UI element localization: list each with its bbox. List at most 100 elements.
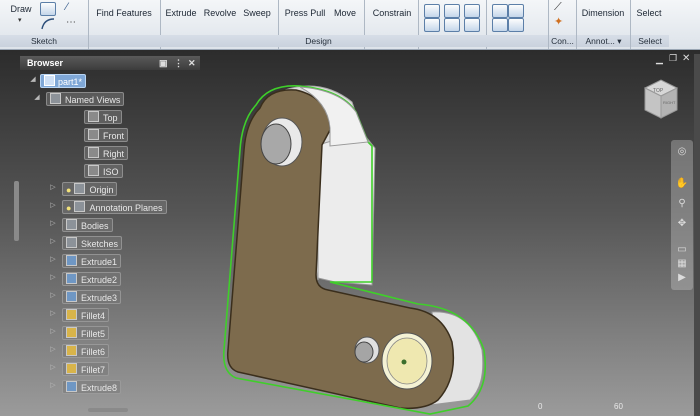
collapse-icon[interactable]: ◢ [28,74,38,86]
tree-item[interactable]: ▷ Fillet4 [20,307,200,322]
tree-item-label[interactable]: Extrude1 [62,254,122,268]
look-icon[interactable]: ▭ [675,244,689,256]
sweep-button[interactable]: Sweep [242,0,272,34]
constrain-button[interactable]: Constrain [370,0,414,34]
tree-item-label[interactable]: Named Views [46,92,125,106]
tree-item-label[interactable]: Bodies [62,218,113,232]
press-pull-button[interactable]: Press Pull [284,0,326,34]
zoom-icon[interactable]: ⚲ [675,198,689,210]
tree-item[interactable]: ▷ Extrude3 [20,289,200,304]
tree-item[interactable]: ▷ Fillet6 [20,343,200,358]
expand-icon[interactable]: ▷ [48,218,58,230]
grid-icon[interactable]: ▦ [675,258,689,270]
line-tool-icon[interactable]: ⁄ [66,1,68,13]
tree-item-label[interactable]: Fillet5 [62,326,110,340]
view-right-icon[interactable] [464,4,480,18]
tree-root-label[interactable]: part1* [40,74,87,88]
tree-item[interactable]: ISO [20,163,200,178]
expand-icon[interactable]: ▷ [48,290,58,302]
tree-item[interactable]: ▷ Extrude2 [20,271,200,286]
stack-icon[interactable] [492,18,508,32]
tree-item-label[interactable]: ISO [84,164,123,178]
tree-item[interactable]: Top [20,109,200,124]
expand-icon[interactable]: ▷ [48,272,58,284]
draw-dropdown-icon[interactable]: ▾ [18,16,22,24]
delete-view-icon[interactable] [464,18,480,32]
shade-icon[interactable] [424,18,440,32]
tree-item-label[interactable]: Sketches [62,236,123,250]
view-front-icon[interactable] [444,4,460,18]
panel-label-design[interactable]: Design [89,35,548,47]
expand-icon[interactable]: ▷ [48,362,58,374]
tree-item-label[interactable]: Extrude8 [62,380,122,394]
play-icon[interactable]: ▶ [675,272,689,284]
layers-icon[interactable] [508,4,524,18]
minimize-icon[interactable]: ▁ [656,54,663,65]
tree-item[interactable]: ◢ Named Views [20,91,200,106]
tree-item[interactable]: ▷ Fillet5 [20,325,200,340]
browser-hscroll[interactable] [88,408,128,412]
view-top-icon[interactable] [424,4,440,18]
tree-item-label[interactable]: Fillet7 [62,362,110,376]
tree-item-label[interactable]: ● Origin [62,182,118,196]
tree-item-label[interactable]: Extrude2 [62,272,122,286]
measure-icon[interactable]: ⟋ [554,1,562,14]
tree-root[interactable]: ◢ part1* [20,73,200,88]
tree-item[interactable]: ▷ Sketches [20,235,200,250]
lightbulb-icon[interactable]: ● [66,184,71,196]
tree-item[interactable]: Front [20,127,200,142]
expand-icon[interactable]: ▷ [48,254,58,266]
steering-wheel-icon[interactable]: ◎ [675,146,689,158]
arc-tool-icon[interactable] [40,17,56,31]
panel-label-select[interactable]: Select [631,35,669,47]
more-sketch-icon[interactable]: ⋯ [66,17,76,28]
dimension-button[interactable]: Dimension [580,0,626,34]
move-button[interactable]: Move [330,0,360,34]
boss-top-face[interactable] [260,123,292,165]
expand-icon[interactable]: ▷ [48,380,58,392]
expand-icon[interactable]: ▷ [48,236,58,248]
expand-icon[interactable]: ▷ [48,308,58,320]
expand-icon[interactable]: ▷ [48,200,58,212]
browser-scrollbar[interactable] [14,181,19,241]
tree-item[interactable]: ▷ Bodies [20,217,200,232]
expand-icon[interactable]: ▷ [48,344,58,356]
tree-item-label[interactable]: Top [84,110,122,124]
vertical-scrollbar[interactable] [694,54,700,416]
orbit-icon[interactable]: ✥ [675,218,689,230]
tree-item-label[interactable]: ● Annotation Planes [62,200,167,214]
lightbulb-icon[interactable]: ● [66,202,71,214]
tree-item-label[interactable]: Front [84,128,129,142]
tree-item[interactable]: ▷ Extrude8 [20,379,200,394]
tree-item-label[interactable]: Right [84,146,129,160]
select-button[interactable]: Select [634,0,664,34]
panel-label-annotate[interactable]: Annot... ▾ [577,35,630,47]
panel-label-sketch[interactable]: Sketch [0,35,88,47]
panel-label-constrain[interactable]: Con... [549,35,576,47]
tree-item-label[interactable]: Extrude3 [62,290,122,304]
viewcube[interactable]: TOP RIGHT [641,78,681,122]
wireframe-icon[interactable] [444,18,460,32]
pan-icon[interactable]: ✋ [675,178,689,190]
constraint-icon[interactable]: ✦ [554,15,563,28]
tree-item[interactable]: Right [20,145,200,160]
menu-icon[interactable]: ⋮ [174,56,183,70]
close-icon[interactable]: ✕ [188,56,196,70]
tree-item[interactable]: ▷ Extrude1 [20,253,200,268]
restore-icon[interactable]: ❐ [669,53,677,64]
collapse-icon[interactable]: ◢ [32,92,42,104]
find-features-button[interactable]: Find Features [94,0,154,34]
tree-item-label[interactable]: Fillet4 [62,308,110,322]
tree-item[interactable]: ▷ ● Origin [20,181,200,196]
pin-icon[interactable]: ▣ [159,56,168,70]
revolve-button[interactable]: Revolve [203,0,237,34]
expand-icon[interactable]: ▷ [48,182,58,194]
tree-item[interactable]: ▷ Fillet7 [20,361,200,376]
section-icon[interactable] [492,4,508,18]
tree-item[interactable]: ▷ ● Annotation Planes [20,199,200,214]
close-viewport-icon[interactable]: ✕ [682,53,690,64]
extrude-button[interactable]: Extrude [164,0,198,34]
expand-icon[interactable]: ▷ [48,326,58,338]
rectangle-tool-icon[interactable] [40,2,56,16]
tree-item-label[interactable]: Fillet6 [62,344,110,358]
